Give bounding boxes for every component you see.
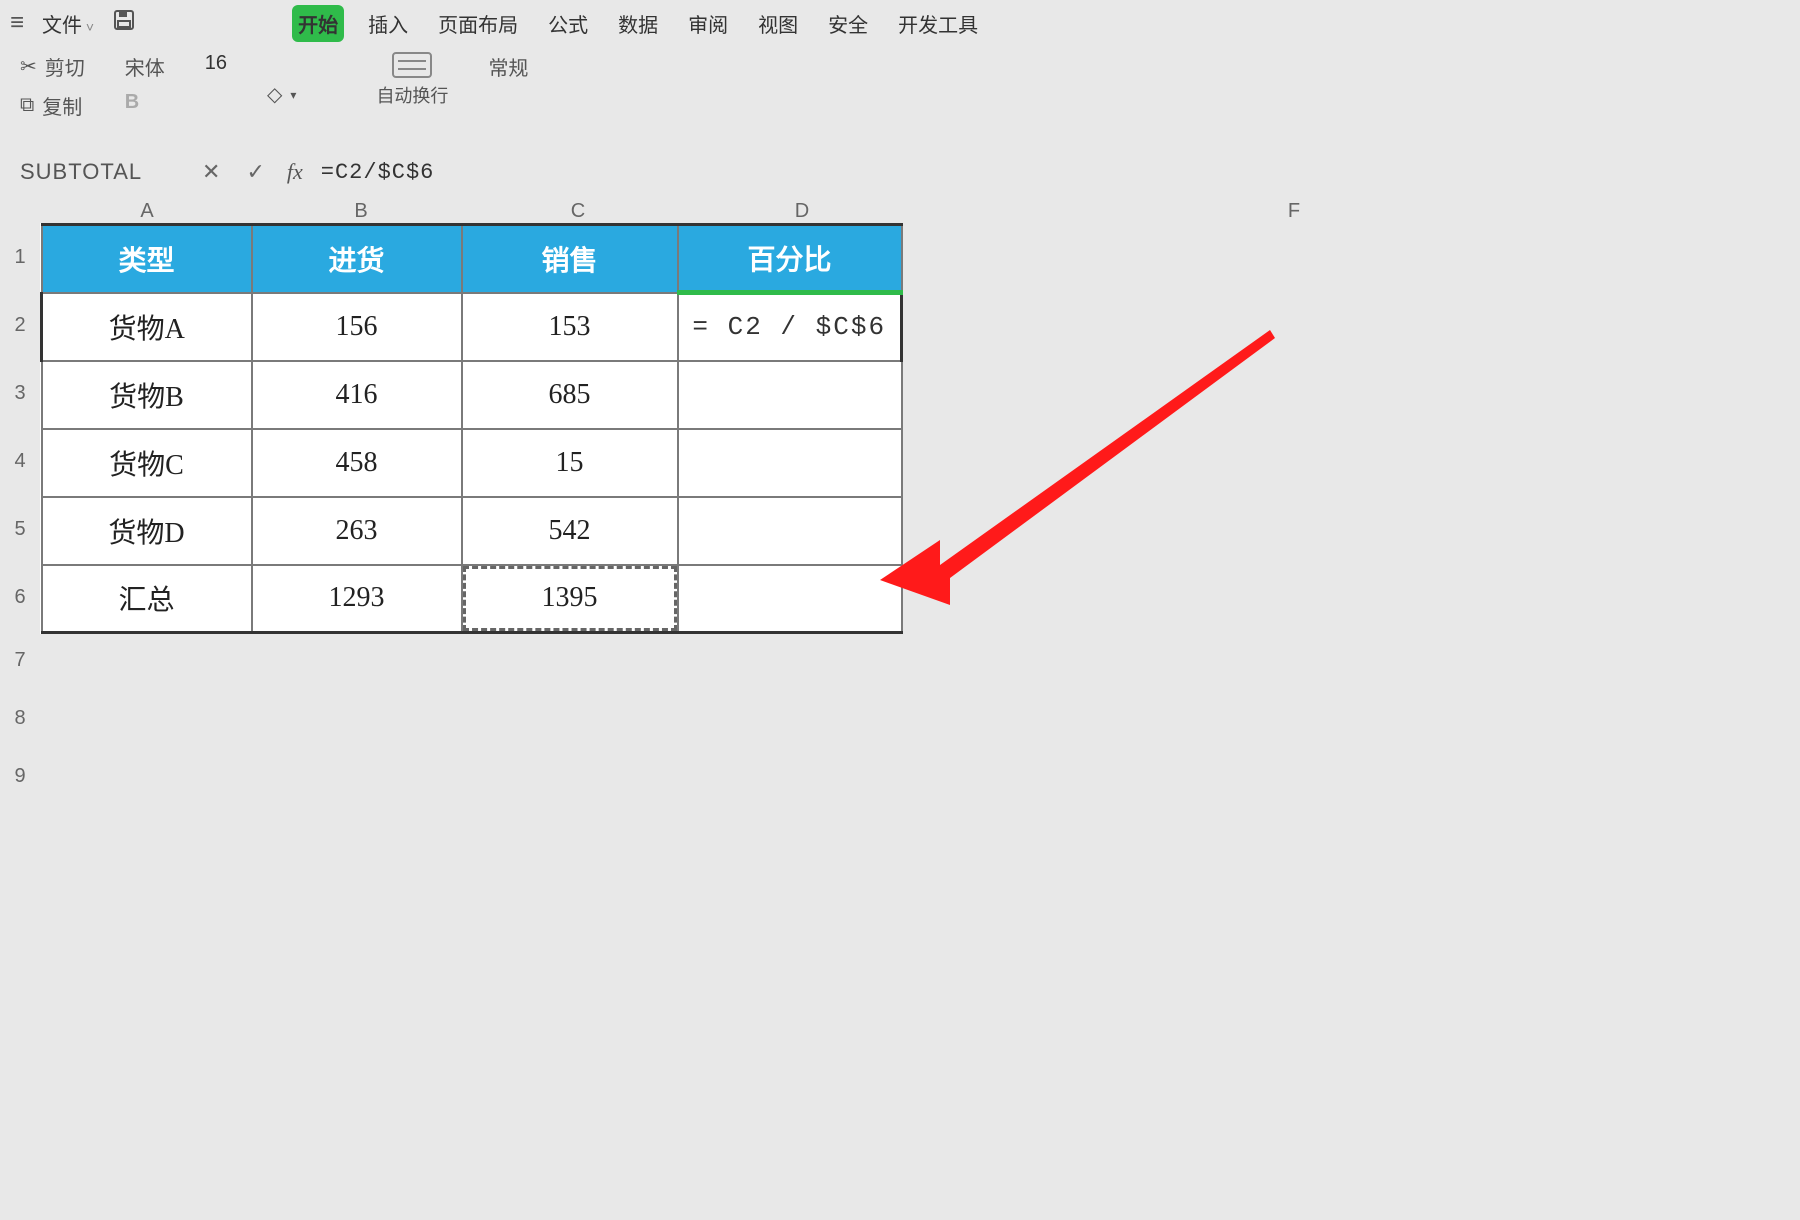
- font-size-selector[interactable]: 16: [205, 52, 227, 75]
- tab-view[interactable]: 视图: [752, 5, 804, 42]
- cell[interactable]: [678, 565, 902, 633]
- table-header-row: 类型 进货 销售 百分比: [42, 225, 902, 293]
- cell[interactable]: 15: [462, 429, 678, 497]
- toolbar: ✂ 剪切 ⧉ 复制 宋体 B 16 ◇▾ 自动换行 常规: [0, 46, 1324, 130]
- copy-button[interactable]: ⧉ 复制: [20, 91, 85, 120]
- cell[interactable]: 货物B: [42, 361, 252, 429]
- cell[interactable]: 263: [252, 497, 462, 565]
- row-header-3[interactable]: 3: [0, 359, 40, 427]
- formula-bar: SUBTOTAL ✕ ✓ fx =C2/$C$6: [0, 150, 1324, 194]
- tab-insert[interactable]: 插入: [362, 5, 414, 42]
- row-header-4[interactable]: 4: [0, 427, 40, 495]
- active-cell-D2[interactable]: = C2 / $C$6: [678, 293, 902, 361]
- table-row: 货物A 156 153 = C2 / $C$6: [42, 293, 902, 361]
- hamburger-icon[interactable]: ≡: [10, 9, 24, 37]
- row-header-9[interactable]: 9: [0, 747, 40, 805]
- data-table: 类型 进货 销售 百分比 货物A 156 153 = C2 / $C$6 货物B…: [40, 223, 903, 634]
- tab-developer[interactable]: 开发工具: [892, 5, 984, 42]
- cell[interactable]: 416: [252, 361, 462, 429]
- tab-security[interactable]: 安全: [822, 5, 874, 42]
- spreadsheet: A B C D F 1 2 3 4 5 6 7 8 9 类型 进货 销售 百分比: [0, 200, 1324, 805]
- cell-copied-C6[interactable]: 1395: [462, 565, 678, 633]
- bold-button[interactable]: B: [125, 91, 139, 114]
- cell[interactable]: 156: [252, 293, 462, 361]
- cell[interactable]: 153: [462, 293, 678, 361]
- row-header-2[interactable]: 2: [0, 291, 40, 359]
- col-header-F[interactable]: F: [1264, 200, 1324, 223]
- cell[interactable]: [678, 429, 902, 497]
- row-headers: 1 2 3 4 5 6 7 8 9: [0, 223, 40, 805]
- col-header-A[interactable]: A: [40, 200, 254, 223]
- tab-formula[interactable]: 公式: [542, 5, 594, 42]
- menu-bar: ≡ 文件 开始 插入 页面布局 公式 数据 审阅 视图 安全 开发工具: [0, 0, 1324, 46]
- font-name-selector[interactable]: 宋体: [125, 52, 165, 81]
- name-box[interactable]: SUBTOTAL: [20, 159, 180, 185]
- row-header-8[interactable]: 8: [0, 689, 40, 747]
- cell[interactable]: 1293: [252, 565, 462, 633]
- cell[interactable]: 汇总: [42, 565, 252, 633]
- tab-data[interactable]: 数据: [612, 5, 664, 42]
- cell[interactable]: 685: [462, 361, 678, 429]
- header-sales[interactable]: 销售: [462, 225, 678, 293]
- tab-pagelayout[interactable]: 页面布局: [432, 5, 524, 42]
- formula-accept-button[interactable]: ✓: [242, 159, 268, 185]
- cell[interactable]: [678, 497, 902, 565]
- table-row: 货物B 416 685: [42, 361, 902, 429]
- table-row: 货物D 263 542: [42, 497, 902, 565]
- save-icon[interactable]: [112, 8, 136, 38]
- file-menu[interactable]: 文件: [42, 9, 94, 38]
- number-format-selector[interactable]: 常规: [488, 52, 528, 81]
- row-header-1[interactable]: 1: [0, 223, 40, 291]
- cell[interactable]: 货物A: [42, 293, 252, 361]
- cell[interactable]: 货物C: [42, 429, 252, 497]
- copy-icon: ⧉: [20, 94, 34, 117]
- cut-button[interactable]: ✂ 剪切: [20, 52, 85, 81]
- eraser-icon: ◇: [267, 82, 282, 107]
- formula-input[interactable]: =C2/$C$6: [321, 160, 435, 185]
- wrap-text-label: 自动换行: [376, 82, 448, 108]
- cell[interactable]: 542: [462, 497, 678, 565]
- tab-start[interactable]: 开始: [292, 5, 344, 42]
- column-headers: A B C D F: [40, 200, 1324, 223]
- col-header-B[interactable]: B: [254, 200, 468, 223]
- formula-cancel-button[interactable]: ✕: [198, 159, 224, 185]
- fx-icon[interactable]: fx: [287, 159, 303, 185]
- copy-label: 复制: [42, 91, 82, 120]
- cell[interactable]: 458: [252, 429, 462, 497]
- row-header-5[interactable]: 5: [0, 495, 40, 563]
- cell[interactable]: [678, 361, 902, 429]
- cell[interactable]: 货物D: [42, 497, 252, 565]
- header-stock[interactable]: 进货: [252, 225, 462, 293]
- wrap-text-icon[interactable]: [392, 52, 432, 78]
- scissors-icon: ✂: [20, 54, 37, 79]
- col-header-D[interactable]: D: [688, 200, 916, 223]
- row-header-7[interactable]: 7: [0, 631, 40, 689]
- header-percent[interactable]: 百分比: [678, 225, 902, 293]
- col-header-C[interactable]: C: [468, 200, 688, 223]
- cut-label: 剪切: [45, 52, 85, 81]
- row-header-6[interactable]: 6: [0, 563, 40, 631]
- header-type[interactable]: 类型: [42, 225, 252, 293]
- eraser-button[interactable]: ◇▾: [267, 82, 296, 107]
- table-row-total: 汇总 1293 1395: [42, 565, 902, 633]
- table-row: 货物C 458 15: [42, 429, 902, 497]
- tab-review[interactable]: 审阅: [682, 5, 734, 42]
